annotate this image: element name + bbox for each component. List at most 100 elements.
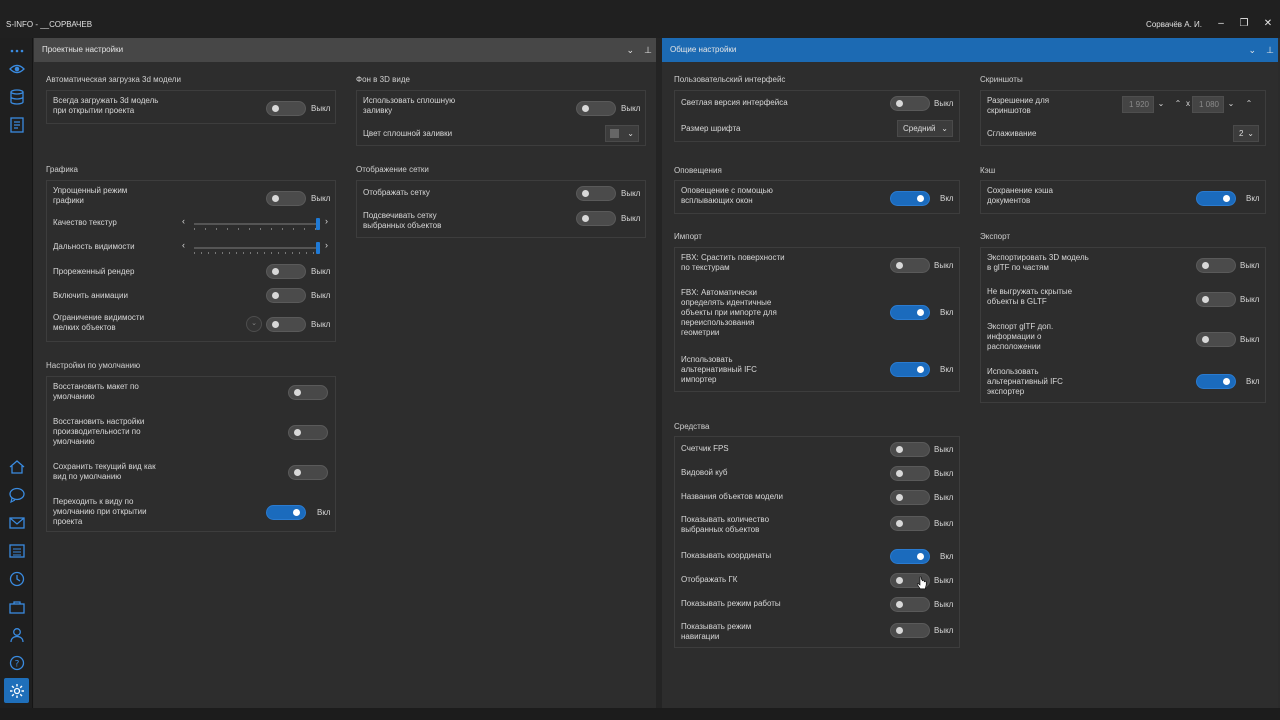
increment-button[interactable]: ⌃ xyxy=(1171,99,1185,108)
view-cube-toggle[interactable] xyxy=(890,466,930,481)
thinned-render-toggle[interactable] xyxy=(266,264,306,279)
autoload-group: Всегда загружать 3d модель при открытии … xyxy=(46,90,336,124)
color-swatch xyxy=(610,129,619,138)
list-icon[interactable] xyxy=(6,540,27,561)
chevron-down-icon[interactable]: ⌄ xyxy=(626,38,634,62)
increment-button[interactable]: ⌃ xyxy=(1242,99,1256,108)
chevron-down-icon[interactable]: ⌄ xyxy=(1248,38,1256,62)
section-title: Средства xyxy=(674,422,710,431)
toggle-state: Выкл xyxy=(621,214,641,223)
eye-icon[interactable] xyxy=(6,58,27,79)
decrement-button[interactable]: ⌄ xyxy=(1154,99,1168,108)
briefcase-icon[interactable] xyxy=(6,596,27,617)
mouse-cursor-icon xyxy=(917,576,927,590)
small-objects-toggle[interactable] xyxy=(266,317,306,332)
toggle-state: Выкл xyxy=(934,469,954,478)
general-settings-panel: Общие настройки ⌄ ⊥ Пользовательский инт… xyxy=(662,38,1278,708)
toggle-state: Выкл xyxy=(1240,261,1260,270)
document-cache-toggle[interactable] xyxy=(1196,191,1236,206)
decrement-button[interactable]: ⌄ xyxy=(1224,99,1238,108)
section-title: Кэш xyxy=(980,166,996,175)
go-to-default-view-toggle[interactable] xyxy=(266,505,306,520)
minimize-button[interactable]: – xyxy=(1214,17,1228,31)
import-group: FBX: Срастить поверхности по текстурам В… xyxy=(674,247,960,392)
chevron-down-icon: ⌄ xyxy=(1247,129,1254,138)
object-names-toggle[interactable] xyxy=(890,490,930,505)
animations-toggle[interactable] xyxy=(266,288,306,303)
simplified-graphics-toggle[interactable] xyxy=(266,191,306,206)
user-name[interactable]: Сорвачёв А. И. xyxy=(1146,20,1202,29)
show-coordinates-toggle[interactable] xyxy=(890,549,930,564)
save-view-toggle[interactable] xyxy=(288,465,328,480)
user-icon[interactable] xyxy=(6,624,27,645)
height-input[interactable]: 1 080 xyxy=(1192,96,1224,113)
help-icon[interactable]: ? xyxy=(6,652,27,673)
settings-icon[interactable] xyxy=(4,678,29,703)
highlight-grid-toggle[interactable] xyxy=(576,211,616,226)
setting-label: Оповещение с помощью всплывающих окон xyxy=(681,186,773,205)
width-input[interactable]: 1 920 xyxy=(1122,96,1154,113)
pin-icon[interactable]: ⊥ xyxy=(1266,38,1274,62)
expand-icon[interactable]: ⌄ xyxy=(246,316,262,332)
history-icon[interactable] xyxy=(6,568,27,589)
chevron-left-icon[interactable]: ‹ xyxy=(182,240,185,250)
view-distance-slider[interactable] xyxy=(194,242,320,254)
alt-ifc-importer-toggle[interactable] xyxy=(890,362,930,377)
setting-label: Сглаживание xyxy=(987,129,1037,138)
project-settings-header: Проектные настройки ⌄ ⊥ xyxy=(34,38,656,62)
toggle-state: Выкл xyxy=(311,320,331,329)
section-title: Фон в 3D виде xyxy=(356,75,410,84)
status-bar xyxy=(0,708,1280,720)
home-icon[interactable] xyxy=(6,456,27,477)
show-grid-toggle[interactable] xyxy=(576,186,616,201)
database-icon[interactable] xyxy=(6,86,27,107)
font-size-dropdown[interactable]: Средний ⌄ xyxy=(897,120,953,137)
document-icon[interactable] xyxy=(6,114,27,135)
chevron-right-icon[interactable]: › xyxy=(325,216,328,226)
slider-thumb[interactable] xyxy=(316,218,320,230)
toggle-state: Вкл xyxy=(940,194,954,203)
setting-label: Счетчик FPS xyxy=(681,444,729,453)
section-title: Автоматическая загрузка 3d модели xyxy=(46,75,181,84)
mail-icon[interactable] xyxy=(6,512,27,533)
close-button[interactable]: ✕ xyxy=(1261,17,1275,31)
selected-count-toggle[interactable] xyxy=(890,516,930,531)
section-title: Настройки по умолчанию xyxy=(46,361,141,370)
work-mode-toggle[interactable] xyxy=(890,597,930,612)
gltf-location-toggle[interactable] xyxy=(1196,332,1236,347)
setting-label: Экспортировать 3D модель в glTF по частя… xyxy=(987,253,1089,272)
chat-icon[interactable] xyxy=(6,484,27,505)
restore-performance-toggle[interactable] xyxy=(288,425,328,440)
setting-label: Сохранение кэша документов xyxy=(987,186,1053,205)
setting-label: Всегда загружать 3d модель при открытии … xyxy=(53,96,159,115)
fps-counter-toggle[interactable] xyxy=(890,442,930,457)
toggle-state: Выкл xyxy=(621,189,641,198)
fill-color-picker[interactable]: ⌄ xyxy=(605,125,639,142)
light-theme-toggle[interactable] xyxy=(890,96,930,111)
ui-group: Светлая версия интерфейса Выкл Размер шр… xyxy=(674,90,960,142)
restore-layout-toggle[interactable] xyxy=(288,385,328,400)
setting-label: Экспорт glTF доп. информации о расположе… xyxy=(987,322,1054,351)
slider-thumb[interactable] xyxy=(316,242,320,254)
autoload-toggle[interactable] xyxy=(266,101,306,116)
hide-hidden-gltf-toggle[interactable] xyxy=(1196,292,1236,307)
alt-ifc-exporter-toggle[interactable] xyxy=(1196,374,1236,389)
panel-title: Проектные настройки xyxy=(42,45,124,54)
setting-label: Упрощенный режим графики xyxy=(53,186,128,205)
solid-fill-toggle[interactable] xyxy=(576,101,616,116)
chevron-left-icon[interactable]: ‹ xyxy=(182,216,185,226)
gltf-parts-toggle[interactable] xyxy=(1196,258,1236,273)
pin-icon[interactable]: ⊥ xyxy=(644,38,652,62)
chevron-right-icon[interactable]: › xyxy=(325,240,328,250)
setting-label: Размер шрифта xyxy=(681,124,741,133)
navigation-mode-toggle[interactable] xyxy=(890,623,930,638)
toggle-state: Выкл xyxy=(311,104,331,113)
setting-label: Использовать альтернативный IFC экспорте… xyxy=(987,367,1063,396)
texture-quality-slider[interactable] xyxy=(194,218,320,230)
setting-label: Восстановить макет по умолчанию xyxy=(53,382,139,401)
fbx-merge-toggle[interactable] xyxy=(890,258,930,273)
restore-button[interactable]: ❐ xyxy=(1237,17,1251,31)
fbx-identical-toggle[interactable] xyxy=(890,305,930,320)
smoothing-dropdown[interactable]: 2 ⌄ xyxy=(1233,125,1259,142)
popup-notifications-toggle[interactable] xyxy=(890,191,930,206)
